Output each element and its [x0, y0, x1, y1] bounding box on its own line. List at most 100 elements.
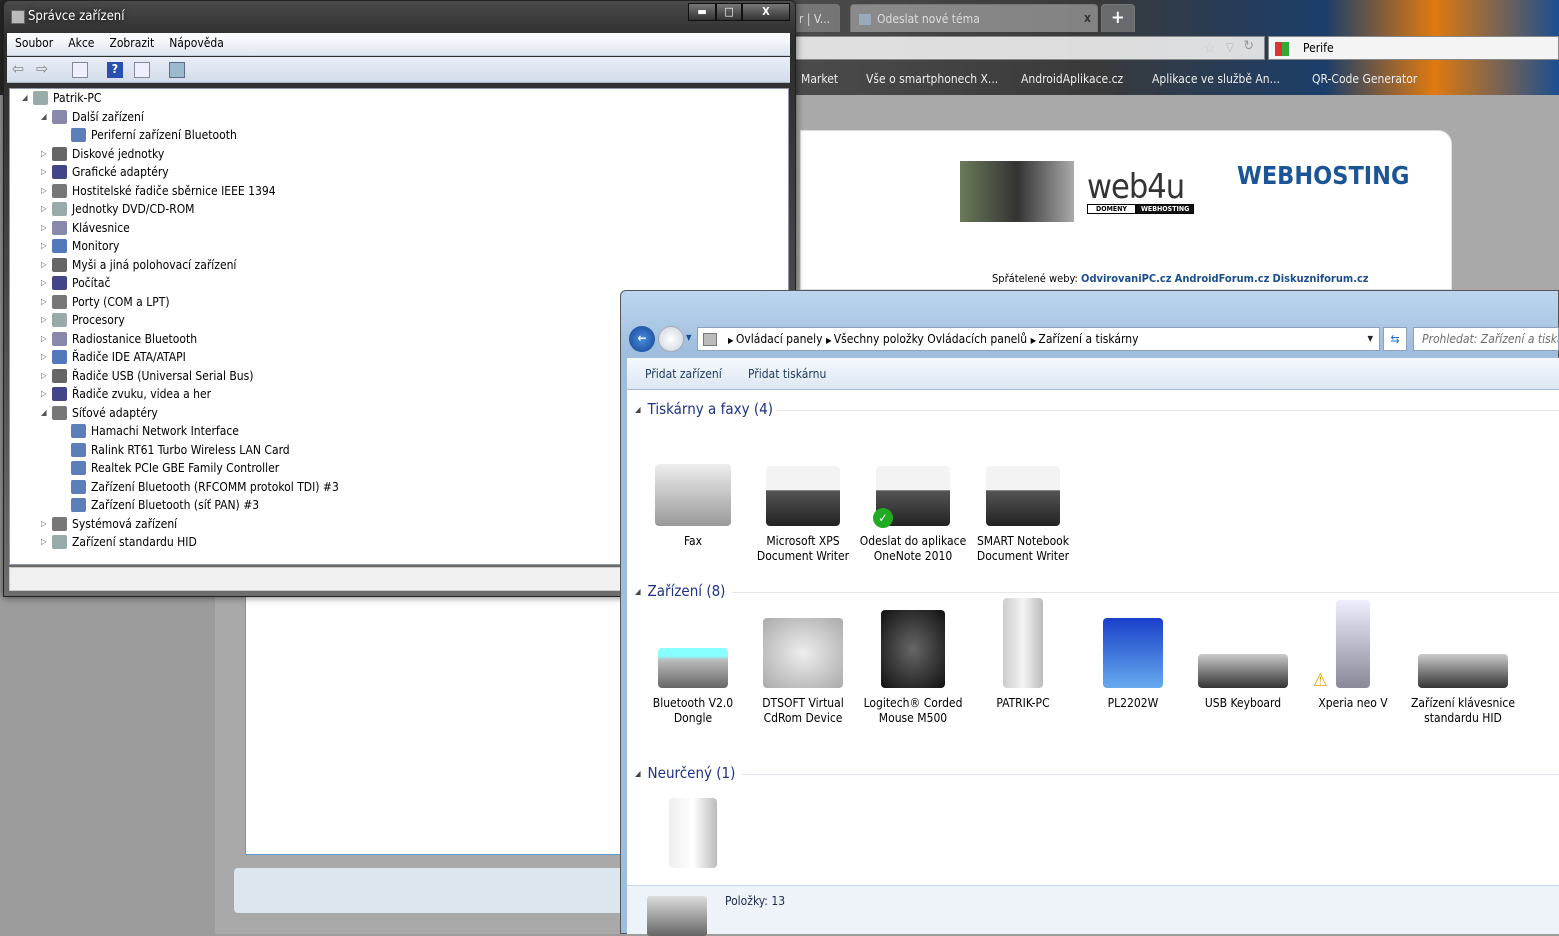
tree-item[interactable]: ▷ Klávesnice [39, 219, 770, 237]
link[interactable]: AndroidForum.cz [1175, 272, 1270, 285]
form-bar [234, 868, 624, 913]
expand-arrow-icon[interactable]: ▷ [41, 330, 49, 348]
collapse-arrow-icon[interactable]: ◢ [41, 404, 49, 422]
group-header[interactable]: Tiskárny a faxy (4) [635, 400, 773, 418]
device-item[interactable]: Logitech® Corded Mouse M500 [858, 610, 968, 726]
show-hide-tree-icon[interactable] [72, 62, 89, 78]
device-item[interactable]: Bluetooth V2.0 Dongle [638, 612, 748, 726]
expand-arrow-icon[interactable]: ▷ [41, 385, 49, 403]
device-item[interactable]: PL2202W [1078, 612, 1188, 711]
menu-akce[interactable]: Akce [60, 33, 101, 50]
expand-arrow-icon[interactable]: ▷ [41, 182, 49, 200]
menu-napoveda[interactable]: Nápověda [161, 33, 231, 50]
expand-arrow-icon[interactable]: ▷ [41, 200, 49, 218]
expand-arrow-icon[interactable]: ▷ [41, 533, 49, 551]
bookmark[interactable]: Market [801, 72, 838, 86]
devices-content: Tiskárny a faxy (4) Fax Microsoft XPS Docu… [627, 390, 1559, 885]
browser-tab[interactable]: r | V... [790, 4, 840, 32]
browser-tab-active[interactable]: Odeslat nové téma x [850, 4, 1098, 32]
expand-arrow-icon[interactable]: ▷ [41, 348, 49, 366]
bookmark[interactable]: AndroidAplikace.cz [1021, 72, 1123, 86]
icon-shape [986, 466, 1060, 526]
dropdown-icon[interactable]: ▽ [1226, 40, 1234, 54]
expand-arrow-icon[interactable]: ▷ [41, 293, 49, 311]
address-bar[interactable]: ▶ Ovládací panely ▶ Všechny položky Ovlá… [697, 327, 1380, 351]
menu-zobrazit[interactable]: Zobrazit [101, 33, 161, 50]
link[interactable]: Diskuzniforum.cz [1273, 272, 1369, 285]
breadcrumb-item[interactable]: Ovládací panely [736, 332, 823, 346]
action-pane-icon[interactable] [134, 62, 151, 78]
refresh-icon[interactable]: ⇆ [1383, 327, 1407, 351]
menu-soubor[interactable]: Soubor [7, 33, 60, 50]
url-bar[interactable]: ☆ ▽ ↻ [795, 36, 1265, 60]
expand-arrow-icon[interactable]: ▷ [41, 256, 49, 274]
breadcrumb-item[interactable]: Zařízení a tiskárny [1038, 332, 1138, 346]
device-item[interactable]: ⚠ Xperia neo V [1298, 600, 1408, 711]
group-divider [777, 410, 1559, 411]
device-item[interactable]: Microsoft XPS Document Writer [748, 450, 858, 564]
expand-arrow-icon[interactable]: ▷ [41, 145, 49, 163]
group-header[interactable]: Neurčený (1) [635, 764, 736, 782]
address-dropdown-icon[interactable]: ▼ [1367, 334, 1373, 343]
collapse-arrow-icon[interactable]: ◢ [41, 108, 49, 126]
expand-arrow-icon[interactable]: ▷ [41, 237, 49, 255]
device-item[interactable]: Fax [638, 450, 748, 549]
tree-item[interactable]: ▷ Grafické adaptéry [39, 163, 770, 181]
back-button[interactable]: ← [629, 326, 655, 352]
bookmark-star-icon[interactable]: ☆ [1203, 38, 1216, 57]
tree-item[interactable]: ▷ Jednotky DVD/CD-ROM [39, 200, 770, 218]
close-button[interactable]: X [742, 3, 790, 21]
breadcrumb-item[interactable]: Všechny položky Ovládacích panelů [834, 332, 1027, 346]
reload-icon[interactable]: ↻ [1243, 38, 1254, 54]
bookmark[interactable]: Vše o smartphonech X... [866, 72, 998, 86]
expand-arrow-icon[interactable]: ▷ [41, 311, 49, 329]
google-icon [1275, 41, 1289, 56]
computer-icon [859, 14, 871, 25]
tree-item-label: Procesory [72, 313, 125, 327]
device-icon [52, 331, 67, 346]
tree-item[interactable]: ◢ Další zařízení [39, 108, 770, 126]
add-printer-button[interactable]: Přidat tiskárnu [748, 367, 826, 381]
minimize-button[interactable]: ▬ [688, 3, 716, 21]
search-bar[interactable]: Perife [1268, 36, 1559, 60]
bookmark[interactable]: Aplikace ve službě An... [1152, 72, 1280, 86]
tree-item[interactable]: ◢ Patrik-PC [20, 89, 770, 107]
add-device-button[interactable]: Přidat zařízení [645, 367, 722, 381]
device-item[interactable]: PATRIK-PC [968, 598, 1078, 711]
expand-arrow-icon[interactable]: ▷ [41, 515, 49, 533]
tree-item[interactable]: ▷ Diskové jednotky [39, 145, 770, 163]
tree-item[interactable]: Periferní zařízení Bluetooth [58, 126, 770, 144]
collapse-arrow-icon[interactable]: ◢ [22, 89, 30, 107]
text-area[interactable] [245, 595, 625, 855]
tree-item[interactable]: ▷ Monitory [39, 237, 770, 255]
device-item[interactable]: USB Keyboard [1188, 612, 1298, 711]
link[interactable]: OdvirovaniPC.cz [1081, 272, 1171, 285]
tree-item[interactable]: ▷ Hostitelské řadiče sběrnice IEEE 1394 [39, 182, 770, 200]
expand-arrow-icon[interactable]: ▷ [41, 163, 49, 181]
new-tab-button[interactable]: + [1101, 4, 1135, 32]
tree-item[interactable]: ▷ Myši a jiná polohovací zařízení [39, 256, 770, 274]
maximize-button[interactable]: □ [716, 3, 742, 21]
device-item[interactable]: SMART Notebook Document Writer [968, 450, 1078, 564]
fax-icon [653, 450, 733, 526]
recent-pages-icon[interactable]: ▼ [686, 333, 692, 342]
back-icon[interactable]: ⇦ [12, 59, 28, 78]
bookmark[interactable]: QR-Code Generator [1312, 72, 1417, 86]
forward-button[interactable] [658, 326, 684, 352]
help-icon[interactable]: ? [106, 62, 123, 78]
device-item[interactable]: Zařízení klávesnice standardu HID [1408, 612, 1518, 726]
device-item[interactable]: DTSOFT Virtual CdRom Device [748, 612, 858, 726]
tree-item-label: Diskové jednotky [72, 146, 165, 161]
expand-arrow-icon[interactable]: ▷ [41, 219, 49, 237]
device-item[interactable]: ✓ Odeslat do aplikace OneNote 2010 [858, 450, 968, 564]
forward-icon[interactable]: ⇨ [36, 59, 52, 78]
expand-arrow-icon[interactable]: ▷ [41, 274, 49, 292]
search-input[interactable]: Prohledat: Zařízení a tiskárny [1413, 327, 1559, 351]
group-header[interactable]: Zařízení (8) [635, 582, 726, 600]
close-icon[interactable]: x [1084, 11, 1091, 25]
icon-shape [763, 618, 843, 688]
expand-arrow-icon[interactable]: ▷ [41, 367, 49, 385]
device-item[interactable] [638, 792, 748, 876]
scan-hardware-icon[interactable] [168, 62, 185, 78]
tree-item-label: Porty (COM a LPT) [72, 294, 170, 309]
